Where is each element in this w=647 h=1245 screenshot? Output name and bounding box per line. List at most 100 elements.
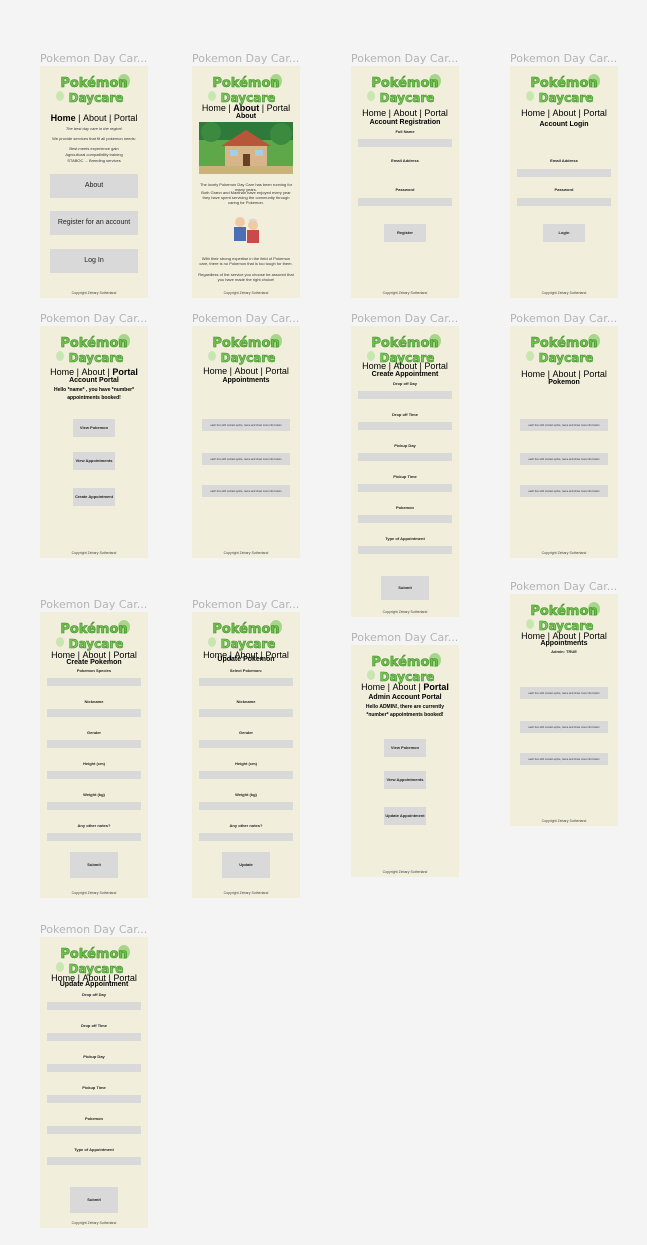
nav-portal[interactable]: Portal: [267, 103, 291, 113]
list-item[interactable]: each box with contain sprite, name and s…: [520, 419, 608, 431]
logo[interactable]: [524, 600, 604, 634]
field-label: Weight (kg): [83, 792, 105, 797]
submit-button[interactable]: Submit: [70, 852, 118, 878]
full-name-field[interactable]: [358, 139, 452, 147]
email-field[interactable]: [517, 169, 611, 177]
password-field[interactable]: [517, 198, 611, 206]
view-pokemon-button[interactable]: View Pokemon: [73, 419, 115, 437]
gender-field[interactable]: [47, 740, 141, 748]
logo[interactable]: [365, 72, 445, 106]
nav-about[interactable]: About: [393, 108, 417, 118]
logo[interactable]: [54, 72, 134, 106]
nav-portal[interactable]: Portal: [583, 108, 607, 118]
list-item[interactable]: each box with contain sprite, name and s…: [520, 453, 608, 465]
list-item[interactable]: each box with contain sprite, name and s…: [202, 453, 290, 465]
appointment-type-field[interactable]: [47, 1157, 141, 1165]
logo[interactable]: [54, 332, 134, 366]
pokemon-field[interactable]: [47, 1126, 141, 1134]
nav-home[interactable]: Home: [361, 682, 385, 692]
weight-field[interactable]: [199, 802, 293, 810]
login-button[interactable]: Login: [543, 224, 585, 242]
list-item[interactable]: each box with contain sprite, name and s…: [520, 485, 608, 497]
appointment-type-field[interactable]: [358, 546, 452, 554]
nav-portal[interactable]: Portal: [114, 113, 138, 123]
notes-field[interactable]: [47, 833, 141, 841]
service-list: Best meets experience gain Agricultural …: [40, 146, 148, 164]
dropoff-time-field[interactable]: [358, 422, 452, 430]
nav-home[interactable]: Home: [521, 369, 545, 379]
nav-portal[interactable]: Portal: [583, 369, 607, 379]
pickup-time-field[interactable]: [358, 484, 452, 492]
pickup-day-field[interactable]: [47, 1064, 141, 1072]
nav-home[interactable]: Home: [521, 108, 545, 118]
view-appointments-button[interactable]: View Appointments: [384, 771, 426, 789]
logo[interactable]: [365, 651, 445, 685]
dropoff-day-field[interactable]: [47, 1002, 141, 1010]
nav-portal[interactable]: Portal: [424, 361, 448, 371]
species-field[interactable]: [47, 678, 141, 686]
about-button[interactable]: About: [50, 174, 138, 198]
submit-button[interactable]: Submit: [381, 576, 429, 600]
pickup-day-field[interactable]: [358, 453, 452, 461]
nav-home[interactable]: Home: [51, 113, 76, 123]
gender-field[interactable]: [199, 740, 293, 748]
height-field[interactable]: [199, 771, 293, 779]
login-button[interactable]: Log In: [50, 249, 138, 273]
nav-portal[interactable]: Portal: [112, 367, 138, 377]
logo[interactable]: [206, 72, 286, 106]
list-item[interactable]: each box with contain sprite, name and s…: [202, 419, 290, 431]
list-item[interactable]: each box with contain sprite, name and s…: [520, 753, 608, 765]
email-label: Email Address: [391, 158, 419, 163]
nav-about[interactable]: About: [552, 369, 576, 379]
nickname-field[interactable]: [199, 709, 293, 717]
select-pokemon-field[interactable]: [199, 678, 293, 686]
copyright: Copyright Zebary Sutherland: [382, 610, 428, 614]
register-button[interactable]: Register for an account: [50, 211, 138, 235]
frame-label: Pokemon Day Car...: [40, 923, 148, 936]
create-appointment-button[interactable]: Create Appointment: [73, 488, 115, 506]
logo[interactable]: [524, 72, 604, 106]
nav-about[interactable]: About: [233, 103, 259, 113]
submit-button[interactable]: Submit: [70, 1187, 118, 1213]
nav-portal[interactable]: Portal: [423, 682, 449, 692]
nickname-field[interactable]: [47, 709, 141, 717]
update-button[interactable]: Update: [222, 852, 270, 878]
nav-home[interactable]: Home: [203, 366, 227, 376]
logo[interactable]: [206, 618, 286, 652]
nav-about[interactable]: About: [83, 113, 107, 123]
list-item[interactable]: each box with contain sprite, name and s…: [520, 721, 608, 733]
password-field[interactable]: [358, 198, 452, 206]
nav-about[interactable]: About: [392, 682, 416, 692]
logo[interactable]: [206, 332, 286, 366]
dropoff-day-field[interactable]: [358, 391, 452, 399]
nav-home[interactable]: Home: [50, 367, 74, 377]
logo[interactable]: [54, 943, 134, 977]
logo[interactable]: [54, 618, 134, 652]
nav-portal[interactable]: Portal: [265, 366, 289, 376]
copyright: Copyright Zebary Sutherland: [541, 291, 587, 295]
dropoff-time-field[interactable]: [47, 1033, 141, 1041]
pickup-time-field[interactable]: [47, 1095, 141, 1103]
view-appointments-button[interactable]: View Appointments: [73, 452, 115, 470]
view-pokemon-button[interactable]: View Pokemon: [384, 739, 426, 757]
weight-field[interactable]: [47, 802, 141, 810]
nav-about[interactable]: About: [552, 108, 576, 118]
nav-about[interactable]: About: [393, 361, 417, 371]
pokemon-field[interactable]: [358, 515, 452, 523]
copyright: Copyright Zebary Sutherland: [71, 551, 117, 555]
nav-home[interactable]: Home: [362, 108, 386, 118]
register-button[interactable]: Register: [384, 224, 426, 242]
logo[interactable]: [524, 332, 604, 366]
nav-home[interactable]: Home: [202, 103, 226, 113]
update-appointment-button[interactable]: Update Appointment: [384, 807, 426, 825]
nav-about[interactable]: About: [81, 367, 105, 377]
frame-update-appointment: Pokemon Day Car... Home | About | Portal…: [40, 923, 148, 1228]
frame-about: Pokemon Day Car... Home | About | Portal…: [192, 52, 300, 298]
nav-about[interactable]: About: [234, 366, 258, 376]
list-item[interactable]: each box with contain sprite, name and s…: [520, 687, 608, 699]
notes-field[interactable]: [199, 833, 293, 841]
nav-home[interactable]: Home: [362, 361, 386, 371]
height-field[interactable]: [47, 771, 141, 779]
list-item[interactable]: each box with contain sprite, name and s…: [202, 485, 290, 497]
nav-portal[interactable]: Portal: [424, 108, 448, 118]
